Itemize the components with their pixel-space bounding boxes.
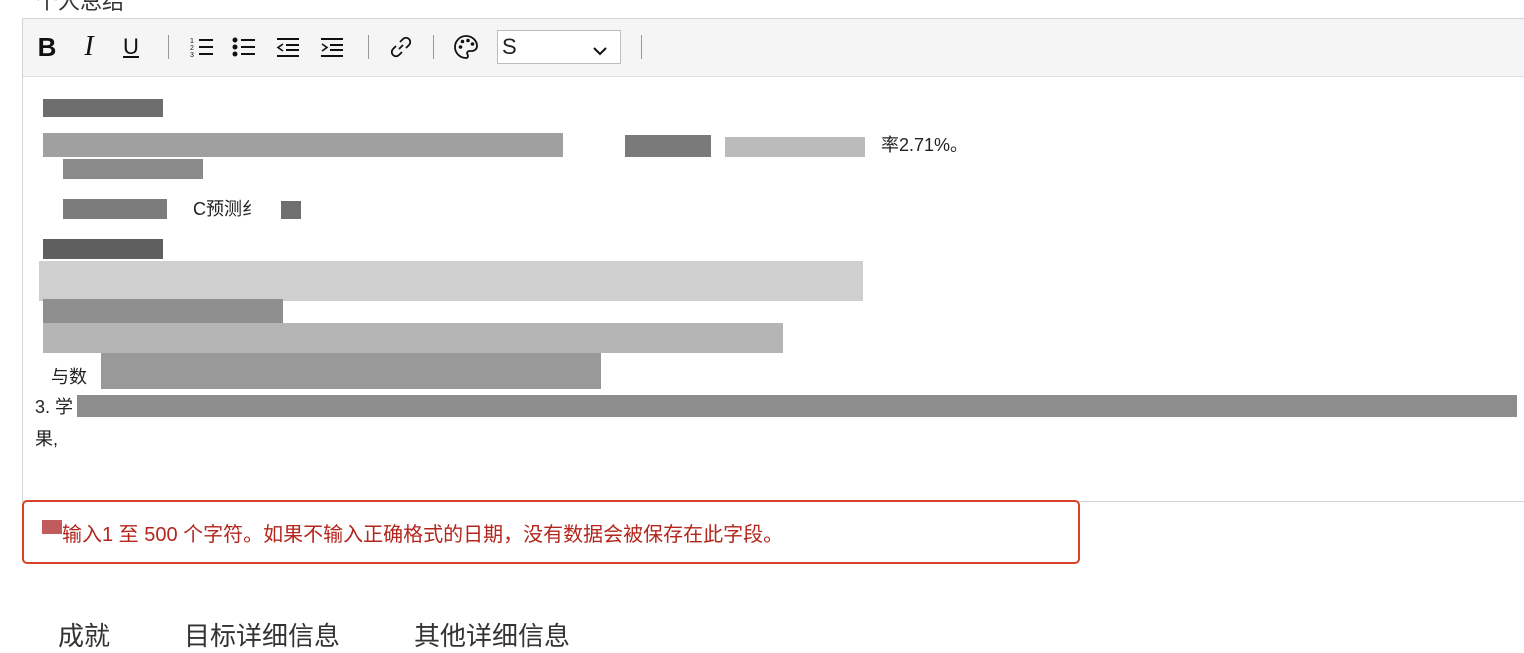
redacted-text — [625, 135, 711, 157]
redacted-text — [39, 261, 863, 301]
redacted-text — [101, 353, 601, 389]
toolbar-separator — [433, 35, 434, 59]
editor-toolbar: B I U 1 2 3 S — [23, 19, 1524, 77]
tab-goal-details[interactable]: 目标详细信息 — [184, 616, 340, 653]
link-icon[interactable] — [387, 27, 415, 67]
toolbar-separator — [168, 35, 169, 59]
tab-other-details[interactable]: 其他详细信息 — [414, 616, 570, 653]
field-label: 个人总结 — [36, 0, 125, 15]
redacted-text — [43, 299, 283, 323]
chevron-down-icon — [592, 38, 608, 64]
error-icon — [42, 520, 62, 534]
redacted-text — [63, 159, 203, 179]
text-fragment: 与数 — [51, 367, 87, 387]
text-fragment: 率2.71%。 — [881, 135, 969, 155]
text-fragment: 3. 学 — [35, 397, 74, 417]
format-select-value: S — [502, 34, 517, 59]
text-fragment: 果, — [35, 429, 59, 449]
rich-text-editor[interactable]: B I U 1 2 3 S 率2.71%。 C预测纟 与数 3. 学 果, — [22, 18, 1524, 502]
format-select[interactable]: S — [497, 30, 621, 64]
palette-icon[interactable] — [451, 27, 481, 67]
redacted-text — [725, 137, 865, 157]
text-fragment: C预测纟 — [193, 199, 260, 219]
redacted-text — [43, 99, 163, 117]
underline-button[interactable]: U — [119, 27, 143, 67]
redacted-text — [43, 133, 563, 157]
tab-achievements[interactable]: 成就 — [58, 616, 110, 653]
validation-error-text: 输入1 至 500 个字符。如果不输入正确格式的日期，没有数据会被保存在此字段。 — [62, 523, 784, 546]
svg-text:1: 1 — [190, 38, 194, 45]
italic-button[interactable]: I — [77, 27, 101, 67]
indent-icon[interactable] — [319, 27, 345, 67]
outdent-icon[interactable] — [275, 27, 301, 67]
validation-error-message: 输入1 至 500 个字符。如果不输入正确格式的日期，没有数据会被保存在此字段。 — [22, 500, 1080, 564]
ordered-list-icon[interactable]: 1 2 3 — [189, 27, 215, 67]
toolbar-separator — [368, 35, 369, 59]
redacted-text — [281, 201, 301, 219]
toolbar-separator — [641, 35, 642, 59]
redacted-text — [63, 199, 167, 219]
bullet-list-icon[interactable] — [231, 27, 257, 67]
section-tabs: 成就 目标详细信息 其他详细信息 — [58, 616, 570, 653]
bold-button[interactable]: B — [35, 27, 59, 67]
editor-content[interactable]: 率2.71%。 C预测纟 与数 3. 学 果, — [35, 83, 1524, 493]
redacted-text — [43, 323, 783, 353]
redacted-text — [43, 239, 163, 259]
svg-text:3: 3 — [190, 52, 194, 59]
svg-text:2: 2 — [190, 45, 194, 52]
redacted-text — [77, 395, 1517, 417]
